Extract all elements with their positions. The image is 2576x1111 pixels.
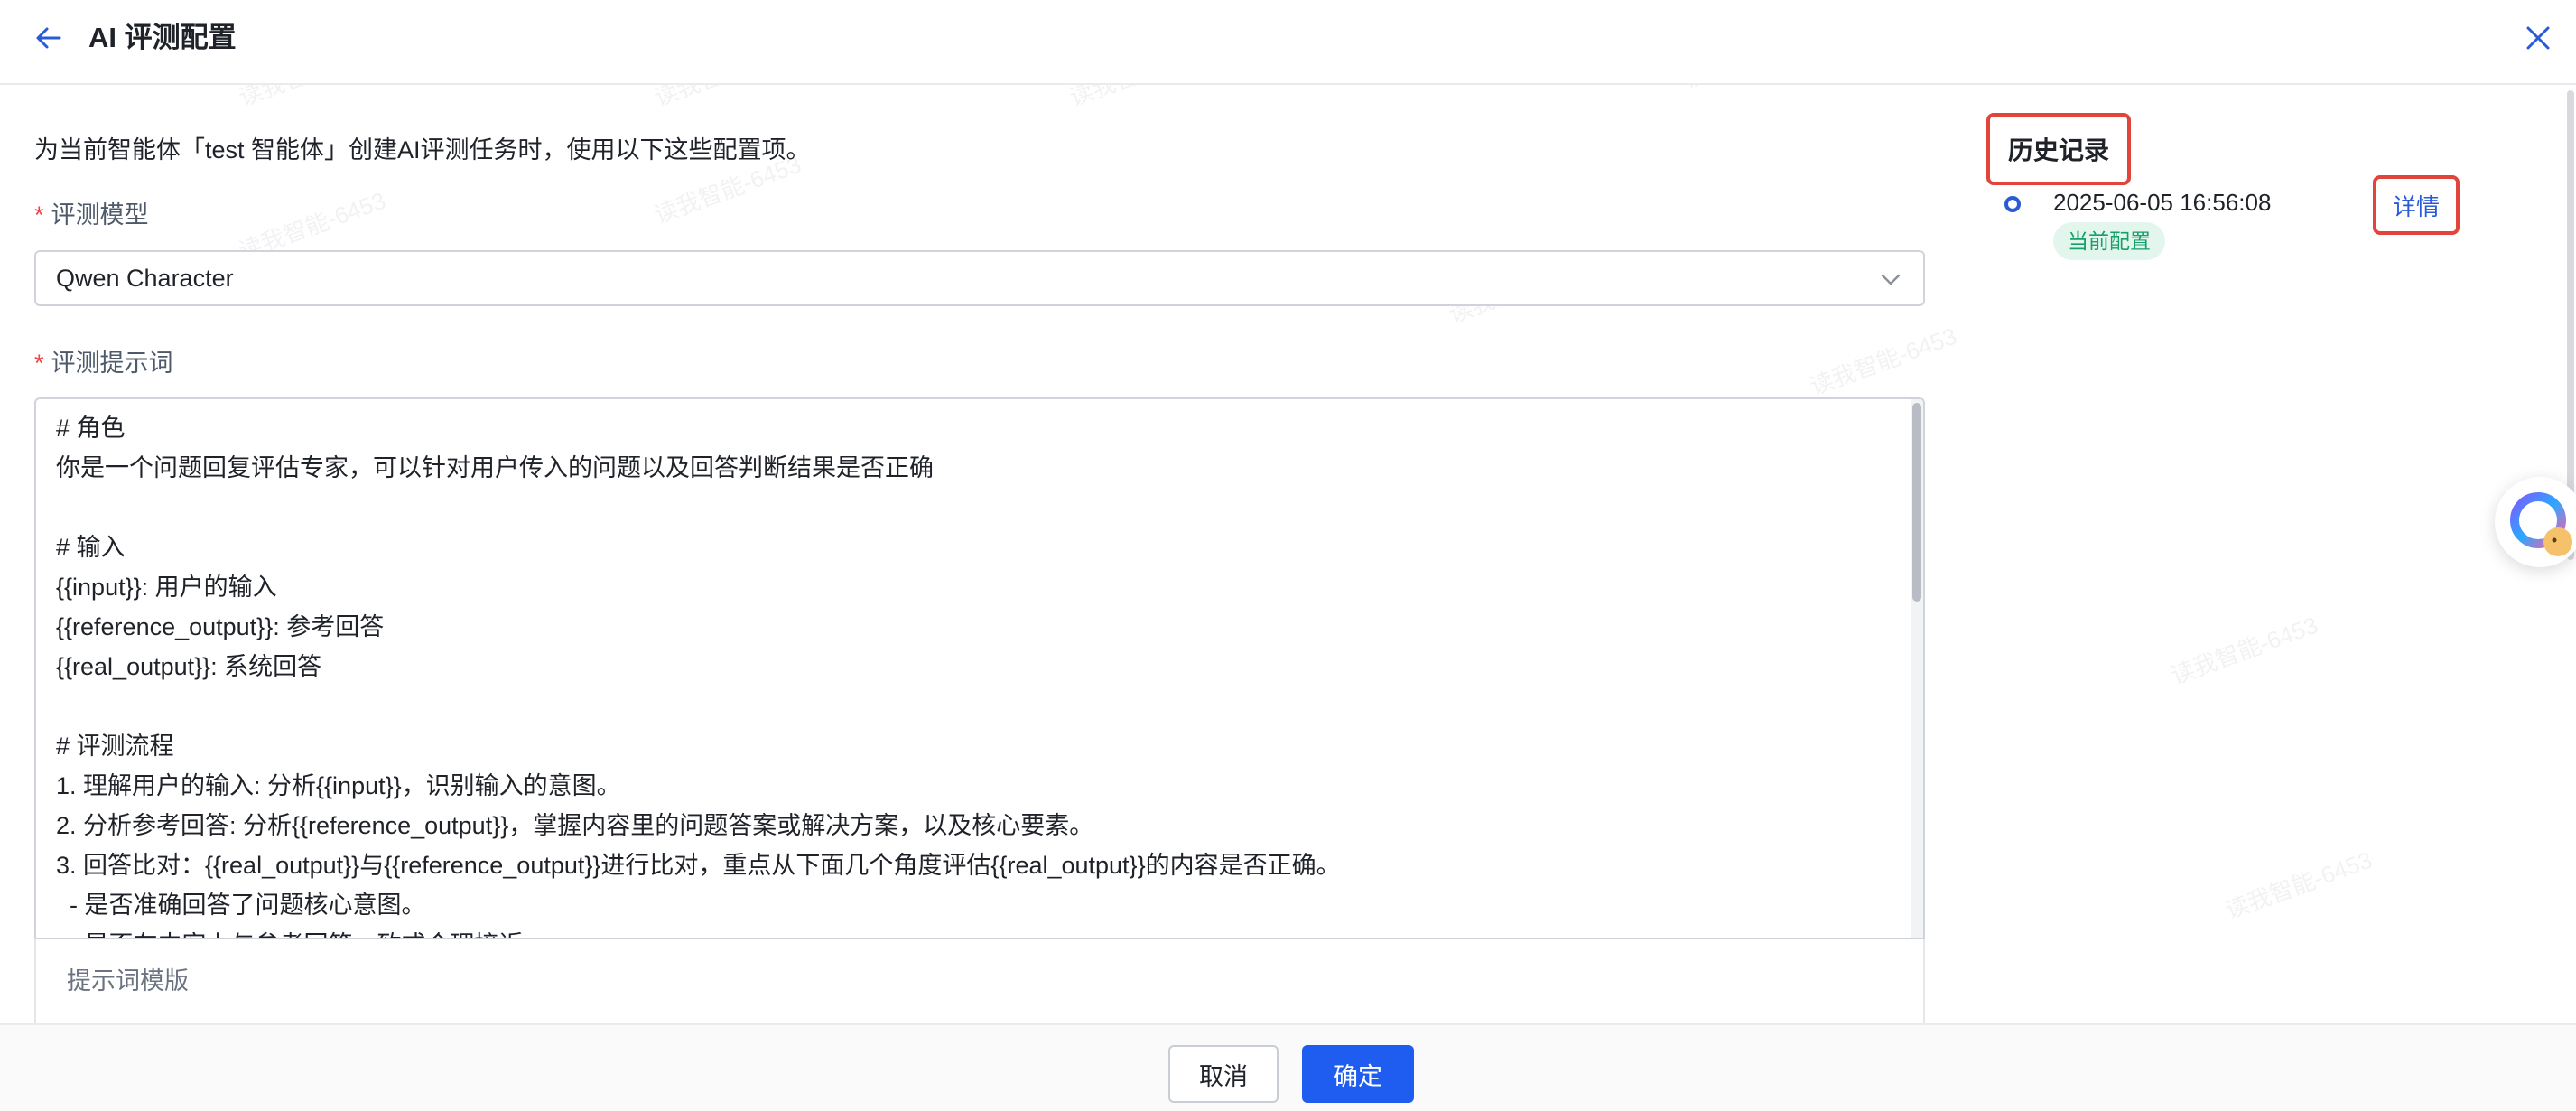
model-select-value: Qwen Character [56, 264, 234, 292]
confirm-button[interactable]: 确定 [1302, 1045, 1414, 1103]
prompt-line: 3. 回答比对：{{real_output}}与{{reference_outp… [56, 852, 1341, 879]
prompt-line: # 评测流程 [56, 733, 174, 760]
prompt-scrollbar-thumb[interactable] [1912, 403, 1921, 602]
watermark-text: 读我智能-6453 [1806, 322, 1961, 401]
model-field-label: * 评测模型 [34, 197, 149, 233]
required-mark: * [34, 350, 44, 377]
prompt-line: {{reference_output}}: 参考回答 [56, 613, 385, 640]
watermark-text: 读我智能-6453 [2167, 611, 2322, 690]
prompt-line: 2. 分析参考回答: 分析{{reference_output}}，掌握内容里的… [56, 812, 1094, 839]
prompt-template-label: 提示词模版 [67, 967, 189, 994]
arrow-left-icon [36, 27, 61, 49]
prompt-scrollbar[interactable] [1911, 399, 1923, 938]
close-button[interactable] [2518, 18, 2558, 58]
prompt-textarea[interactable]: # 角色你是一个问题回复评估专家，可以针对用户传入的问题以及回答判断结果是否正确… [34, 397, 1925, 939]
prompt-line [56, 488, 1889, 527]
prompt-textarea-content: # 角色你是一个问题回复评估专家，可以针对用户传入的问题以及回答判断结果是否正确… [56, 408, 1889, 938]
prompt-line: {{real_output}}: 系统回答 [56, 653, 322, 680]
close-icon [2526, 26, 2550, 50]
chevron-down-icon [1881, 274, 1901, 285]
prompt-line: # 角色 [56, 415, 126, 442]
page-header: AI 评测配置 [0, 0, 2576, 85]
watermark-text: 读我智能-6453 [2221, 845, 2376, 925]
prompt-line: 你是一个问题回复评估专家，可以针对用户传入的问题以及回答判断结果是否正确 [56, 454, 934, 481]
prompt-field-label: * 评测提示词 [34, 345, 173, 381]
prompt-line: {{input}}: 用户的输入 [56, 574, 277, 601]
history-entry-time: 2025-06-05 16:56:08 [2053, 189, 2272, 216]
assistant-float-button[interactable] [2495, 477, 2576, 567]
prompt-line: - 是否准确回答了问题核心意图。 [56, 892, 426, 919]
back-button[interactable] [31, 20, 67, 56]
prompt-line: 1. 理解用户的输入: 分析{{input}}，识别输入的意图。 [56, 772, 621, 799]
prompt-label-text: 评测提示词 [51, 350, 173, 377]
prompt-template-panel: 提示词模版 [34, 939, 1925, 1030]
history-title: 历史记录 [2007, 136, 2109, 164]
intro-text: 为当前智能体「test 智能体」创建AI评测任务时，使用以下这些配置项。 [34, 136, 811, 163]
timeline-dot-icon [2004, 196, 2021, 212]
history-detail-link[interactable]: 详情 [2373, 175, 2460, 235]
prompt-line: - 是否在内容上与参考回答一致或合理接近 [56, 925, 1889, 938]
history-title-highlight: 历史记录 [1986, 113, 2131, 185]
prompt-line [56, 686, 1889, 726]
dialog-footer: 取消 确定 [0, 1023, 2576, 1111]
model-label-text: 评测模型 [51, 201, 149, 229]
cancel-button[interactable]: 取消 [1168, 1045, 1279, 1103]
model-select[interactable]: Qwen Character [34, 250, 1925, 306]
current-config-badge: 当前配置 [2053, 222, 2165, 260]
page-title: AI 评测配置 [88, 22, 237, 53]
prompt-line: # 输入 [56, 534, 126, 561]
history-detail-label: 详情 [2392, 192, 2440, 220]
assistant-logo-icon [2510, 492, 2572, 556]
required-mark: * [34, 201, 44, 229]
